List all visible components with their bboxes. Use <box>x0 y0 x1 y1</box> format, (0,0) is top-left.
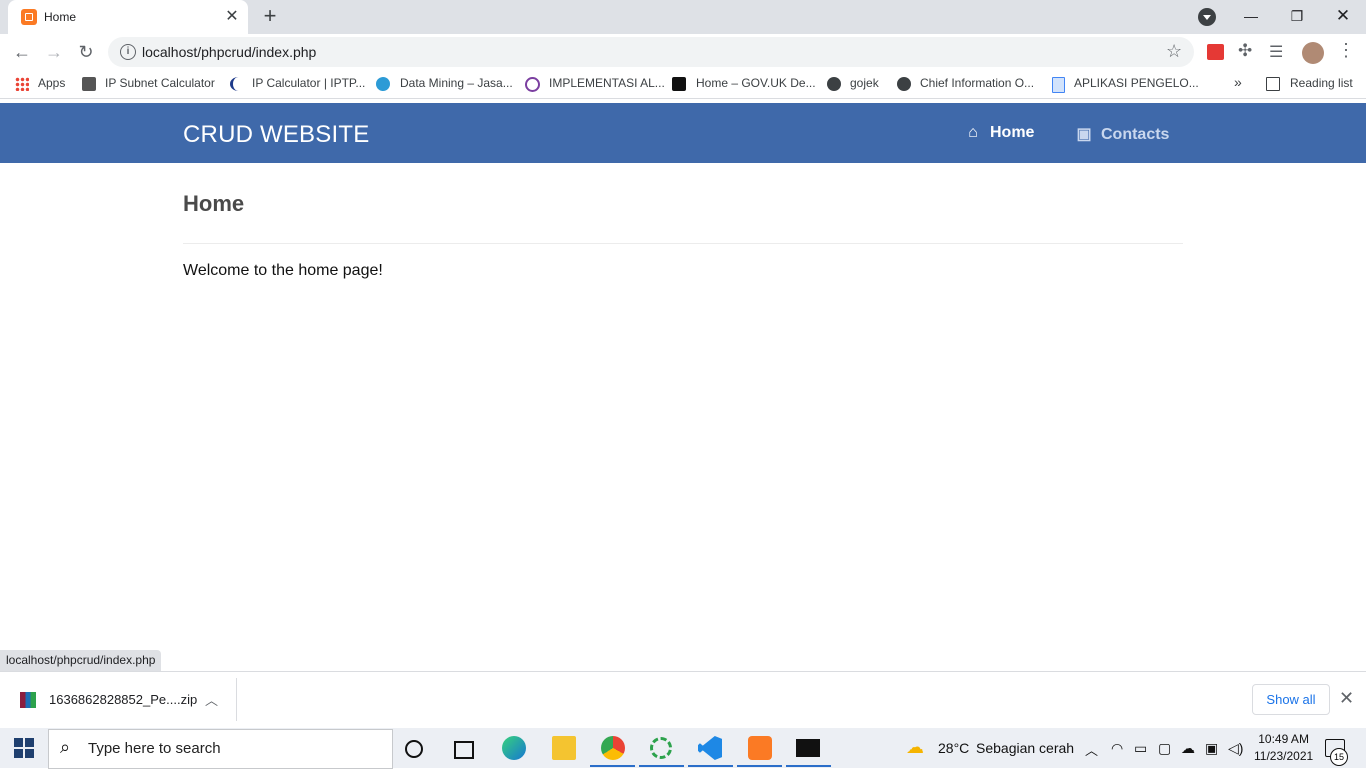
divider <box>183 243 1183 244</box>
terminal-icon[interactable] <box>796 739 820 757</box>
close-download-shelf-icon[interactable]: ✕ <box>1339 688 1354 709</box>
taskbar-clock[interactable]: 10:49 AM 11/23/2021 <box>1254 731 1313 765</box>
nav-link-contacts[interactable]: ▣ Contacts <box>1075 124 1169 144</box>
forward-button[interactable]: → <box>42 40 66 64</box>
onedrive-cloud-icon[interactable]: ☁ <box>1181 740 1195 757</box>
xampp-icon[interactable] <box>748 736 772 760</box>
welcome-text: Welcome to the home page! <box>183 262 383 279</box>
calculator-icon <box>82 77 96 91</box>
back-button[interactable]: ← <box>10 40 34 64</box>
restore-button[interactable]: ❐ <box>1282 4 1312 28</box>
crown-icon <box>672 77 686 91</box>
battery-icon[interactable]: ▭ <box>1134 740 1147 757</box>
task-view-icon[interactable] <box>454 741 474 759</box>
bookmark-data-mining[interactable]: Data Mining – Jasa... <box>400 76 513 90</box>
extension-icon[interactable] <box>1207 44 1224 60</box>
xampp-favicon-icon <box>21 9 37 25</box>
minimize-button[interactable]: — <box>1236 4 1266 28</box>
show-all-downloads-button[interactable]: Show all <box>1252 684 1330 715</box>
chevron-up-icon[interactable]: ︿ <box>205 690 218 709</box>
extensions-puzzle-icon[interactable]: ✣ <box>1238 41 1252 61</box>
clock-time: 10:49 AM <box>1258 732 1309 746</box>
document-icon <box>1052 77 1065 93</box>
edge-icon[interactable] <box>502 736 526 760</box>
browser-menu-icon[interactable]: ⋮ <box>1337 40 1355 61</box>
reading-list-button[interactable]: Reading list <box>1290 76 1353 90</box>
crescent-icon <box>230 77 247 91</box>
tray-chevron-up-icon[interactable]: ︿ <box>1085 740 1098 759</box>
tab-title: Home <box>44 10 77 24</box>
terminal-active-indicator <box>786 765 831 767</box>
at-icon <box>525 77 540 92</box>
download-separator <box>236 678 237 721</box>
bookmark-aplikasi[interactable]: APLIKASI PENGELO... <box>1074 76 1199 90</box>
bookmark-ip-subnet[interactable]: IP Subnet Calculator <box>105 76 215 90</box>
file-explorer-icon[interactable] <box>552 736 576 760</box>
taskbar-search-placeholder[interactable]: Type here to search <box>88 740 221 757</box>
bookmark-star-icon[interactable]: ☆ <box>1166 41 1182 62</box>
bookmark-implementasi[interactable]: IMPLEMENTASI AL... <box>549 76 665 90</box>
page-title: Home <box>183 191 245 216</box>
home-icon: ⌂ <box>968 124 978 141</box>
chrome-icon[interactable] <box>601 736 625 760</box>
bookmark-apps[interactable]: Apps <box>38 76 65 90</box>
wifi-icon[interactable]: ◠ <box>1111 740 1123 757</box>
reading-list-icon <box>1266 77 1280 91</box>
device-icon[interactable]: ▢ <box>1158 740 1171 757</box>
cortana-icon[interactable] <box>405 740 423 758</box>
windows-start-icon[interactable] <box>14 738 34 758</box>
nav-link-home[interactable]: ⌂ Home <box>964 124 1034 142</box>
profile-avatar[interactable] <box>1302 42 1324 64</box>
new-tab-button[interactable]: + <box>258 5 282 29</box>
vscode-active-indicator <box>688 765 733 767</box>
clock-date: 11/23/2021 <box>1254 749 1314 763</box>
status-bar-url: localhost/phpcrud/index.php <box>0 650 162 671</box>
browser-tab[interactable]: Home ✕ <box>8 0 248 34</box>
sync-active-indicator <box>639 765 684 767</box>
sync-app-icon[interactable] <box>650 737 672 759</box>
network-icon[interactable]: ▣ <box>1205 740 1218 757</box>
globe-icon <box>897 77 911 91</box>
apps-grid-icon <box>15 77 29 91</box>
site-info-icon[interactable]: i <box>120 44 136 60</box>
nav-home-label: Home <box>990 124 1035 141</box>
media-controls-icon[interactable]: ☰ <box>1269 42 1283 62</box>
site-brand[interactable]: CRUD WEBSITE <box>183 121 369 149</box>
more-bookmarks-button[interactable]: » <box>1234 74 1242 90</box>
tab-search-icon[interactable] <box>1198 8 1216 26</box>
chrome-active-indicator <box>590 765 635 767</box>
bookmark-gojek[interactable]: gojek <box>850 76 879 90</box>
download-filename[interactable]: 1636862828852_Pe....zip <box>49 692 197 707</box>
nav-contacts-label: Contacts <box>1101 126 1170 143</box>
close-window-button[interactable]: ✕ <box>1328 4 1358 28</box>
bookmark-gov-uk[interactable]: Home – GOV.UK De... <box>696 76 816 90</box>
wordpress-icon <box>376 77 390 91</box>
weather-temperature[interactable]: 28°C <box>938 740 969 756</box>
winrar-archive-icon <box>20 692 36 708</box>
search-icon: ⌕ <box>60 737 71 757</box>
notification-count-badge: 15 <box>1330 748 1348 766</box>
globe-icon <box>827 77 841 91</box>
volume-icon[interactable]: ◁) <box>1228 740 1243 757</box>
weather-sun-cloud-icon[interactable]: ☁ <box>906 737 924 758</box>
xampp-active-indicator <box>737 765 782 767</box>
bookmark-chief-info[interactable]: Chief Information O... <box>920 76 1034 90</box>
url-text[interactable]: localhost/phpcrud/index.php <box>142 44 316 60</box>
weather-description[interactable]: Sebagian cerah <box>976 740 1074 756</box>
address-book-icon: ▣ <box>1076 126 1092 143</box>
reload-button[interactable]: ↻ <box>74 40 98 64</box>
bookmark-ip-calculator[interactable]: IP Calculator | IPTP... <box>252 76 365 90</box>
tab-close-icon[interactable]: ✕ <box>222 7 242 27</box>
